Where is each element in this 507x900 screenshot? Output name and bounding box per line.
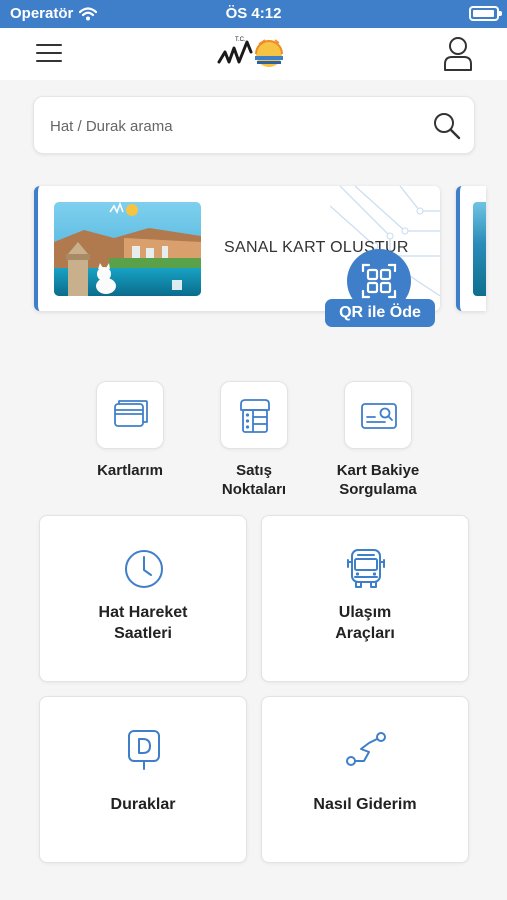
store-icon bbox=[240, 399, 270, 433]
search-icon[interactable] bbox=[432, 111, 462, 141]
tile-label: Ulaşım Araçları bbox=[335, 604, 395, 642]
cards-icon bbox=[114, 400, 148, 427]
quick-action-label: Kart Bakiye Sorgulama bbox=[336, 462, 420, 498]
quick-action-sales-points-box bbox=[220, 381, 288, 449]
bus-icon bbox=[347, 549, 385, 588]
logo-tc-text: T.C. bbox=[235, 37, 246, 43]
search-input[interactable] bbox=[50, 113, 410, 139]
quick-action-balance-box bbox=[344, 381, 412, 449]
quick-action-balance-check[interactable]: Kart Bakiye Sorgulama bbox=[313, 381, 443, 499]
quick-action-sales-points[interactable]: Satış Noktaları bbox=[189, 381, 319, 499]
hamburger-menu-icon[interactable] bbox=[36, 42, 64, 64]
bus-stop-sign-icon bbox=[128, 730, 160, 770]
tile-label: Nasıl Giderim bbox=[313, 796, 417, 813]
tile-transport-vehicles[interactable]: Ulaşım Araçları bbox=[261, 515, 469, 682]
app-header: T.C. bbox=[0, 28, 507, 80]
tile-how-to-go[interactable]: Nasıl Giderim bbox=[261, 696, 469, 863]
card-image bbox=[54, 202, 201, 296]
route-icon bbox=[346, 732, 386, 766]
tile-label: Hat Hareket Saatleri bbox=[98, 604, 188, 642]
quick-action-label: Kartlarım bbox=[97, 462, 163, 479]
quick-action-cards[interactable]: Kartlarım bbox=[65, 381, 195, 480]
clock-icon bbox=[125, 550, 163, 588]
tile-line-schedules[interactable]: Hat Hareket Saatleri bbox=[39, 515, 247, 682]
status-bar: Operatör ÖS 4:12 bbox=[0, 0, 507, 28]
user-profile-icon[interactable] bbox=[442, 36, 474, 72]
tile-stops[interactable]: Duraklar bbox=[39, 696, 247, 863]
next-banner-image bbox=[473, 202, 486, 296]
status-time: ÖS 4:12 bbox=[225, 5, 282, 22]
quick-action-label: Satış Noktaları bbox=[221, 462, 287, 498]
app-logo: T.C. bbox=[217, 37, 283, 67]
battery-icon bbox=[469, 6, 502, 21]
search-bar bbox=[33, 96, 475, 154]
qr-pay-label[interactable]: QR ile Öde bbox=[325, 299, 435, 327]
card-search-icon bbox=[361, 403, 397, 429]
quick-action-cards-box bbox=[96, 381, 164, 449]
next-banner-peek[interactable] bbox=[456, 186, 486, 311]
tile-label: Duraklar bbox=[110, 796, 176, 813]
